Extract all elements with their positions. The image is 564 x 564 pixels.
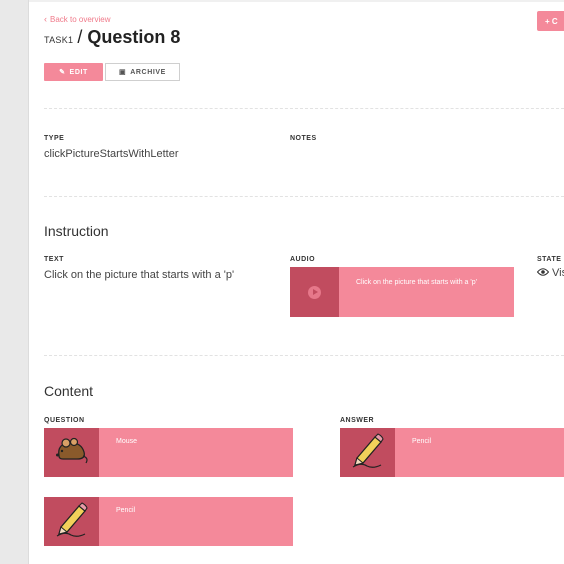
audio-thumbnail [290, 267, 339, 317]
page-heading: TASK1 / Question 8 [44, 27, 180, 48]
divider [44, 196, 564, 197]
main-panel: ‹ Back to overview + C TASK1 / Question … [29, 0, 564, 564]
back-link-label: Back to overview [50, 14, 111, 24]
type-value: clickPictureStartsWithLetter [44, 148, 179, 160]
task-label: TASK1 [44, 35, 74, 45]
audio-label: AUDIO [290, 256, 316, 263]
audio-card[interactable]: Click on the picture that starts with a … [290, 267, 514, 317]
heading-separator: / [77, 27, 83, 47]
state-value: Vis [536, 267, 564, 279]
instruction-text-value: Click on the picture that starts with a … [44, 269, 235, 281]
mouse-icon [53, 434, 91, 471]
text-label: TEXT [44, 256, 64, 263]
answer-label: ANSWER [340, 417, 375, 424]
archive-icon: ▣ [119, 69, 127, 76]
play-icon[interactable] [308, 285, 321, 299]
divider [44, 355, 564, 356]
audio-caption: Click on the picture that starts with a … [356, 279, 477, 286]
answer-thumbnail [340, 428, 395, 477]
back-to-overview-link[interactable]: ‹ Back to overview [44, 14, 110, 24]
edit-icon: ✎ [59, 69, 66, 76]
content-heading: Content [44, 383, 94, 399]
state-value-text: Vis [552, 267, 564, 279]
archive-button[interactable]: ▣ ARCHIVE [105, 63, 180, 81]
answer-card-label: Pencil [412, 438, 432, 445]
sidebar [0, 0, 29, 564]
archive-button-label: ARCHIVE [130, 68, 166, 76]
pencil-icon [53, 500, 91, 543]
pencil-icon [349, 431, 387, 474]
top-action-button[interactable]: + C [537, 11, 564, 31]
question-card-label: Pencil [116, 507, 136, 514]
edit-button[interactable]: ✎ EDIT [44, 63, 103, 81]
top-divider [29, 0, 564, 2]
answer-card[interactable]: Pencil [340, 428, 564, 477]
type-label: TYPE [44, 135, 65, 142]
page-title: Question 8 [87, 27, 181, 47]
eye-icon [536, 267, 550, 279]
divider [44, 108, 564, 109]
question-card[interactable]: Pencil [44, 497, 293, 546]
question-thumbnail [44, 428, 99, 477]
instruction-heading: Instruction [44, 223, 109, 239]
chevron-left-icon: ‹ [44, 14, 47, 24]
question-label: QUESTION [44, 417, 85, 424]
state-label: STATE [537, 256, 562, 263]
question-card[interactable]: Mouse [44, 428, 293, 477]
question-thumbnail [44, 497, 99, 546]
question-card-label: Mouse [116, 438, 138, 445]
edit-button-label: EDIT [69, 68, 88, 76]
notes-label: NOTES [290, 135, 317, 142]
